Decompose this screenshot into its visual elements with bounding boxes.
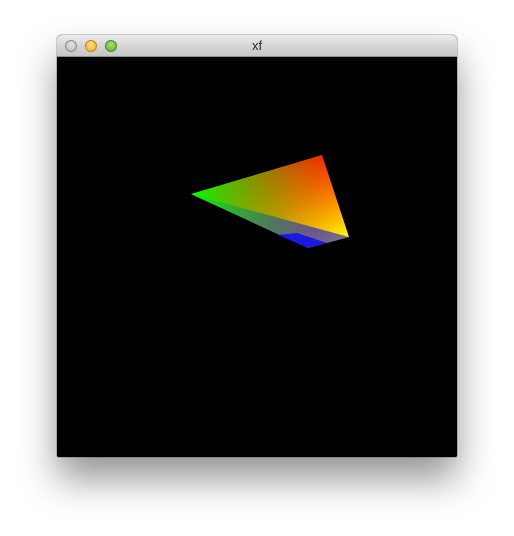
screen: xf: [0, 0, 514, 536]
title-bar[interactable]: xf: [57, 35, 457, 57]
render-svg: [191, 155, 349, 248]
shaded-quad: [191, 155, 349, 248]
render-viewport[interactable]: [57, 57, 457, 457]
window-title: xf: [251, 38, 263, 53]
app-window: xf: [57, 35, 457, 457]
